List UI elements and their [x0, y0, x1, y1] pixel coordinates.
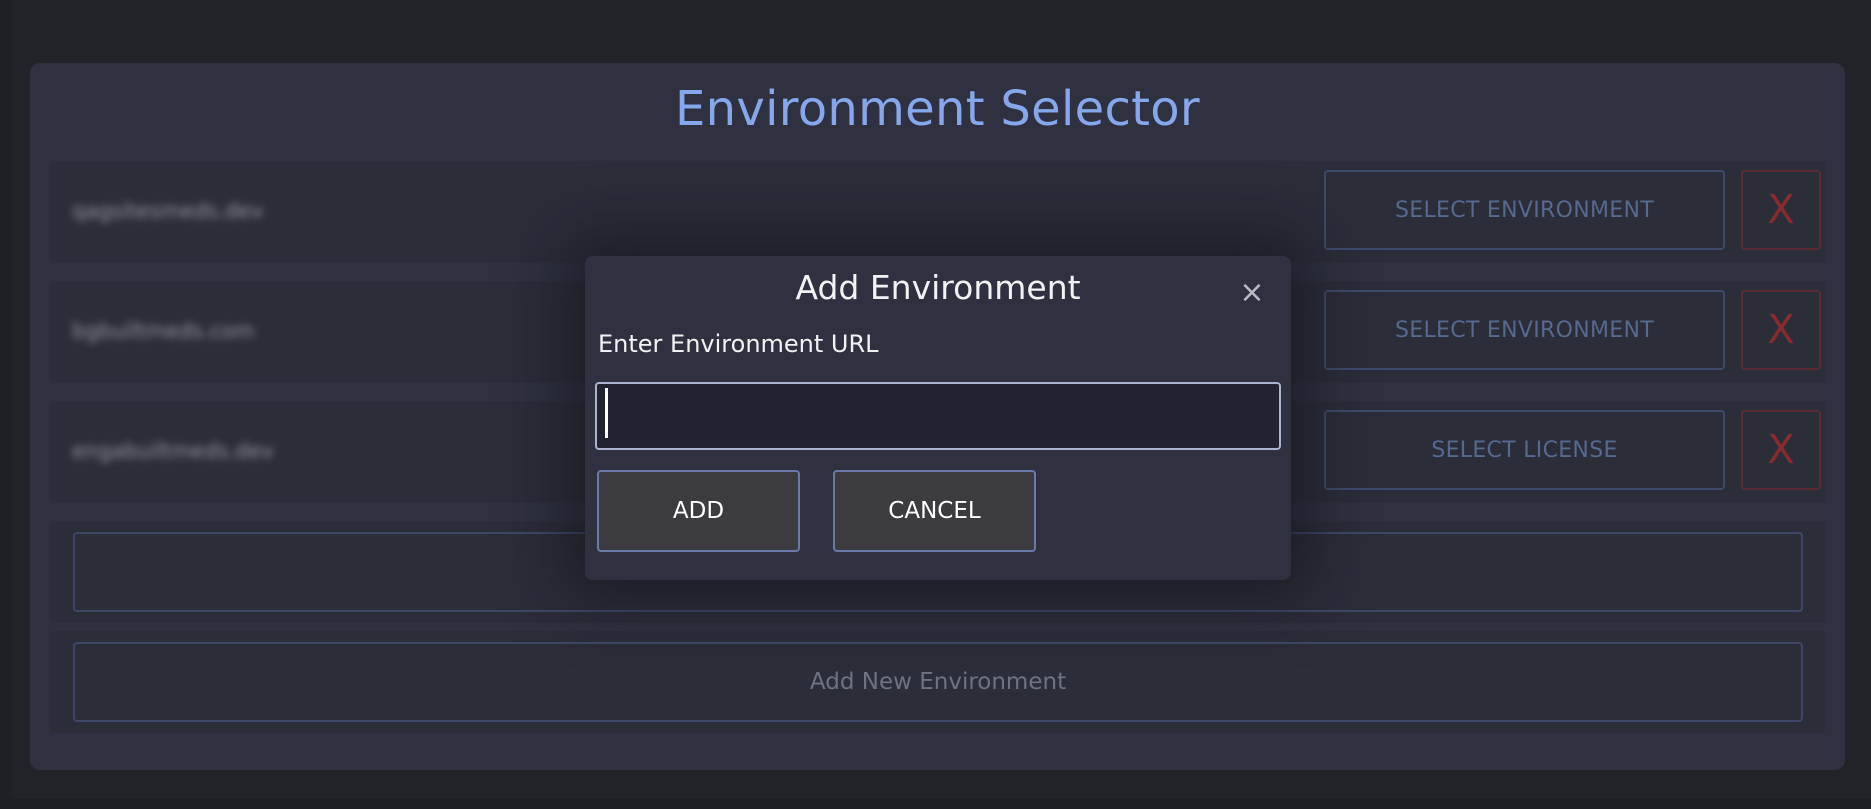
- environment-url: bgbuiltmeds.com: [72, 319, 255, 343]
- delete-environment-button[interactable]: X: [1741, 290, 1821, 370]
- environment-url: qagsitesmeds.dev: [72, 199, 264, 223]
- text-caret: [605, 388, 608, 438]
- add-environment-dialog: Add Environment × Enter Environment URL …: [585, 256, 1291, 580]
- add-button[interactable]: ADD: [597, 470, 800, 552]
- delete-environment-button[interactable]: X: [1741, 410, 1821, 490]
- page-title: Environment Selector: [675, 81, 1200, 137]
- environment-url: engabuiltmeds.dev: [72, 439, 274, 463]
- select-environment-button[interactable]: SELECT ENVIRONMENT: [1324, 170, 1725, 250]
- select-license-button[interactable]: SELECT LICENSE: [1324, 410, 1725, 490]
- cancel-button[interactable]: CANCEL: [833, 470, 1036, 552]
- close-icon[interactable]: ×: [1237, 278, 1267, 308]
- select-environment-button[interactable]: SELECT ENVIRONMENT: [1324, 290, 1725, 370]
- delete-environment-button[interactable]: X: [1741, 170, 1821, 250]
- window-bottom-edge: [0, 799, 1871, 809]
- add-new-environment-button[interactable]: Add New Environment: [73, 642, 1803, 722]
- environment-url-input[interactable]: [595, 382, 1281, 450]
- environment-row: qagsitesmeds.dev SELECT ENVIRONMENT X: [50, 161, 1825, 263]
- window-edge: [0, 0, 12, 809]
- environment-url-label: Enter Environment URL: [598, 330, 879, 358]
- dialog-title: Add Environment: [795, 268, 1081, 307]
